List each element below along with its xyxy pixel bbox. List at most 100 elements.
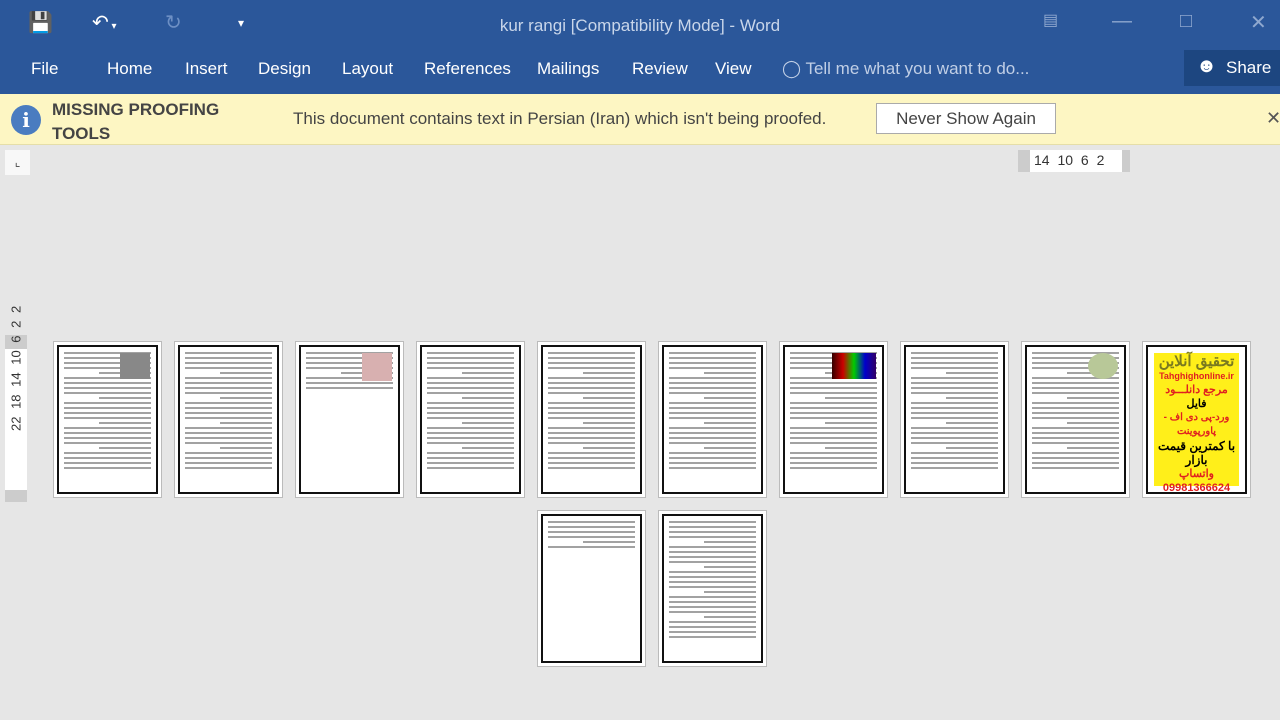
text-line — [790, 412, 877, 414]
text-line — [911, 377, 998, 379]
text-line — [427, 462, 514, 464]
page-thumbnail[interactable] — [416, 341, 525, 498]
tab-review[interactable]: Review — [632, 59, 688, 79]
tab-insert[interactable]: Insert — [185, 59, 228, 79]
share-label: Share — [1226, 58, 1272, 77]
text-line — [427, 357, 514, 359]
text-line — [945, 372, 998, 374]
text-line — [669, 442, 756, 444]
tab-references[interactable]: References — [424, 59, 511, 79]
text-line — [824, 422, 877, 424]
text-line — [703, 616, 756, 618]
page-thumbnail[interactable] — [779, 341, 888, 498]
tab-selector-button[interactable]: ⌞ — [5, 150, 30, 175]
text-line — [669, 531, 756, 533]
text-line — [185, 417, 272, 419]
text-line — [548, 392, 635, 394]
text-line — [703, 372, 756, 374]
text-line — [1032, 467, 1119, 469]
text-line — [669, 417, 756, 419]
text-line — [669, 357, 756, 359]
page-thumbnail[interactable] — [295, 341, 404, 498]
text-line — [669, 462, 756, 464]
text-line — [669, 621, 756, 623]
text-line — [185, 392, 272, 394]
never-show-again-button[interactable]: Never Show Again — [876, 103, 1056, 134]
maximize-icon[interactable]: □ — [1180, 10, 1192, 33]
ad-line: واتساپ — [1179, 468, 1214, 480]
text-line — [185, 387, 272, 389]
text-line — [911, 467, 998, 469]
text-line — [219, 447, 272, 449]
page-thumbnail[interactable]: تحقیق آنلاین Tahghighonline.ir مرجع دانل… — [1142, 341, 1251, 498]
page-thumbnail[interactable] — [53, 341, 162, 498]
text-line — [185, 352, 272, 354]
tab-home[interactable]: Home — [107, 59, 152, 79]
text-line — [790, 427, 877, 429]
text-line — [911, 412, 998, 414]
tell-me-search[interactable]: ◯ Tell me what you want to do... — [782, 59, 1029, 79]
page-thumbnail[interactable] — [658, 510, 767, 667]
text-line — [185, 427, 272, 429]
text-line — [306, 382, 393, 384]
text-line — [306, 387, 393, 389]
text-line — [790, 457, 877, 459]
text-line — [911, 437, 998, 439]
horizontal-ruler[interactable]: 14 10 6 2 — [1018, 150, 1130, 172]
text-line — [64, 457, 151, 459]
text-line — [669, 382, 756, 384]
text-line — [548, 531, 635, 533]
page-thumbnail[interactable] — [174, 341, 283, 498]
text-line — [548, 452, 635, 454]
text-line — [548, 352, 635, 354]
text-line — [1032, 427, 1119, 429]
ad-line: مرجع دانلـــود — [1165, 384, 1228, 396]
page-thumbnail[interactable] — [900, 341, 1009, 498]
text-line — [669, 586, 756, 588]
text-line — [911, 457, 998, 459]
text-line — [548, 427, 635, 429]
page-image — [120, 353, 150, 379]
text-line — [945, 397, 998, 399]
text-line — [548, 432, 635, 434]
page-thumbnail[interactable] — [537, 341, 646, 498]
ad-line: فایل — [1186, 398, 1207, 410]
text-line — [790, 462, 877, 464]
text-line — [669, 402, 756, 404]
text-line — [548, 521, 635, 523]
ribbon-display-icon[interactable]: ▤ — [1043, 10, 1058, 30]
page-thumbnail[interactable] — [1021, 341, 1130, 498]
share-button[interactable]: ☻ Share — [1184, 50, 1280, 86]
text-line — [790, 407, 877, 409]
text-line — [669, 377, 756, 379]
page-thumbnail[interactable] — [658, 341, 767, 498]
text-line — [790, 417, 877, 419]
tab-file[interactable]: File — [31, 59, 58, 79]
text-line — [669, 457, 756, 459]
text-line — [669, 546, 756, 548]
page-thumbnail[interactable] — [537, 510, 646, 667]
text-line — [548, 417, 635, 419]
vertical-ruler[interactable]: 22 18 14 10 6 2 2 — [5, 305, 27, 502]
tab-design[interactable]: Design — [258, 59, 311, 79]
text-line — [64, 392, 151, 394]
text-line — [703, 591, 756, 593]
text-line — [1032, 442, 1119, 444]
text-line — [548, 412, 635, 414]
text-line — [548, 467, 635, 469]
text-line — [64, 442, 151, 444]
text-line — [548, 442, 635, 444]
tab-mailings[interactable]: Mailings — [537, 59, 599, 79]
text-line — [64, 452, 151, 454]
minimize-icon[interactable]: — — [1112, 10, 1132, 33]
text-line — [669, 367, 756, 369]
tab-layout[interactable]: Layout — [342, 59, 393, 79]
person-add-icon: ☻ — [1196, 55, 1218, 77]
info-icon: i — [11, 105, 41, 135]
close-infobar-icon[interactable]: ✕ — [1266, 108, 1280, 129]
close-icon[interactable]: ✕ — [1250, 10, 1267, 35]
tab-view[interactable]: View — [715, 59, 752, 79]
text-line — [669, 392, 756, 394]
text-line — [911, 432, 998, 434]
text-line — [1032, 432, 1119, 434]
